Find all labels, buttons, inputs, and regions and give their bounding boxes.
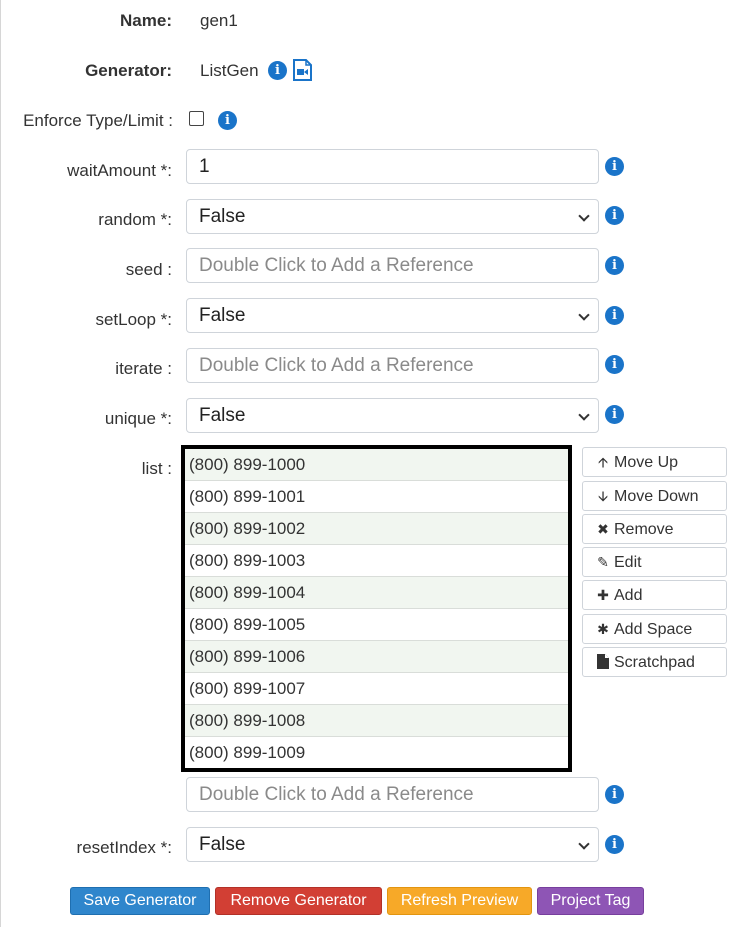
unique-select-value: False (199, 405, 246, 426)
move-down-label: Move Down (614, 488, 699, 505)
setloop-label: setLoop *: (95, 310, 172, 329)
list-item[interactable]: (800) 899-1001 (185, 481, 568, 513)
chevron-down-icon (574, 299, 598, 332)
reset-index-select-value: False (199, 834, 246, 855)
list-info-icon[interactable]: i (605, 785, 624, 804)
unique-select[interactable]: False (186, 398, 599, 433)
remove-generator-button[interactable]: Remove Generator (215, 887, 382, 915)
random-info-icon[interactable]: i (605, 206, 624, 225)
save-generator-button[interactable]: Save Generator (70, 887, 210, 915)
name-label: Name: (120, 11, 172, 30)
remove-item-label: Remove (614, 521, 674, 538)
reset-index-info-icon[interactable]: i (605, 835, 624, 854)
iterate-info-icon[interactable]: i (605, 355, 624, 374)
remove-item-button[interactable]: ✖ Remove (582, 514, 727, 544)
list-item[interactable]: (800) 899-1007 (185, 673, 568, 705)
list-label: list : (141, 459, 172, 478)
add-item-label: Add (614, 587, 643, 604)
chevron-down-icon (574, 399, 598, 432)
random-select[interactable]: False (186, 199, 599, 234)
seed-label: seed : (125, 260, 172, 279)
wait-amount-input[interactable]: 1 (186, 149, 599, 184)
reset-index-label: resetIndex *: (76, 838, 172, 857)
setloop-select-value: False (199, 305, 246, 326)
times-icon: ✖ (597, 521, 609, 537)
unique-info-icon[interactable]: i (605, 405, 624, 424)
list-reference-input[interactable]: Double Click to Add a Reference (186, 777, 599, 812)
name-value: gen1 (200, 11, 238, 30)
enforce-checkbox[interactable] (189, 111, 204, 126)
enforce-info-icon[interactable]: i (218, 111, 237, 130)
edit-item-button[interactable]: ✎ Edit (582, 547, 727, 577)
unique-label: unique *: (104, 409, 172, 428)
list-item[interactable]: (800) 899-1002 (185, 513, 568, 545)
chevron-down-icon (574, 200, 598, 233)
refresh-preview-button[interactable]: Refresh Preview (387, 887, 532, 915)
add-item-button[interactable]: ✚ Add (582, 580, 727, 610)
random-label: random *: (98, 210, 172, 229)
move-up-label: Move Up (614, 454, 679, 471)
chevron-down-icon (574, 828, 598, 861)
scratchpad-label: Scratchpad (614, 654, 695, 671)
list-item[interactable]: (800) 899-1008 (185, 705, 568, 737)
edit-item-label: Edit (614, 554, 642, 571)
wait-amount-label: waitAmount *: (67, 161, 172, 180)
arrow-down-icon: 🡫 (597, 488, 609, 504)
add-space-label: Add Space (614, 621, 693, 638)
file-icon (595, 648, 611, 676)
enforce-label: Enforce Type/Limit : (23, 111, 173, 130)
scratchpad-button[interactable]: Scratchpad (582, 647, 727, 677)
random-select-value: False (199, 206, 246, 227)
move-up-button[interactable]: 🡩 Move Up (582, 447, 727, 477)
list-item[interactable]: (800) 899-1009 (185, 737, 568, 769)
arrow-up-icon: 🡩 (597, 454, 609, 470)
list-item[interactable]: (800) 899-1005 (185, 609, 568, 641)
move-down-button[interactable]: 🡫 Move Down (582, 481, 727, 511)
project-tag-button[interactable]: Project Tag (537, 887, 644, 915)
iterate-label: iterate : (115, 359, 172, 378)
list-item[interactable]: (800) 899-1004 (185, 577, 568, 609)
generator-info-icon[interactable]: i (268, 61, 287, 80)
asterisk-icon: ✱ (597, 621, 609, 637)
add-space-button[interactable]: ✱ Add Space (582, 614, 727, 644)
list-item[interactable]: (800) 899-1003 (185, 545, 568, 577)
seed-info-icon[interactable]: i (605, 256, 624, 275)
generator-label: Generator: (85, 61, 172, 80)
plus-icon: ✚ (597, 587, 609, 603)
list-item[interactable]: (800) 899-1006 (185, 641, 568, 673)
seed-input[interactable]: Double Click to Add a Reference (186, 248, 599, 283)
iterate-input[interactable]: Double Click to Add a Reference (186, 348, 599, 383)
generator-value: ListGen (200, 61, 259, 80)
list-item[interactable]: (800) 899-1000 (185, 449, 568, 481)
video-file-icon[interactable] (292, 59, 313, 81)
setloop-info-icon[interactable]: i (605, 306, 624, 325)
wait-amount-info-icon[interactable]: i (605, 157, 624, 176)
setloop-select[interactable]: False (186, 298, 599, 333)
list-box[interactable]: (800) 899-1000 (800) 899-1001 (800) 899-… (181, 445, 572, 772)
reset-index-select[interactable]: False (186, 827, 599, 862)
pencil-icon: ✎ (597, 554, 609, 570)
